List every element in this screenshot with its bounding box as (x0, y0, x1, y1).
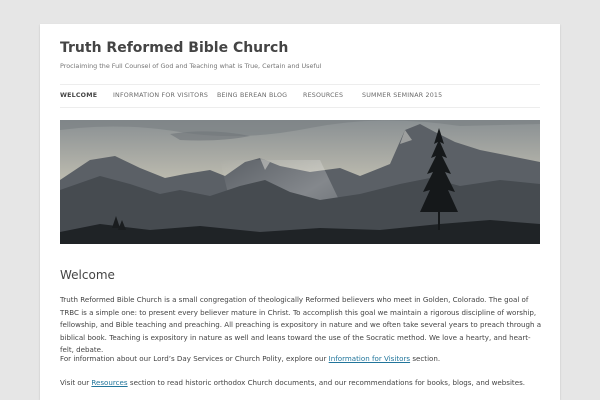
resources-link[interactable]: Resources (91, 378, 127, 387)
visitors-paragraph-suffix: section. (410, 354, 441, 363)
site-tagline: Proclaiming the Full Counsel of God and … (60, 62, 322, 70)
page-container: Truth Reformed Bible Church Proclaiming … (40, 24, 560, 400)
nav-item-welcome[interactable]: Welcome (60, 85, 97, 107)
information-for-visitors-link[interactable]: Information for Visitors (329, 354, 410, 363)
visitors-paragraph-text: For information about our Lord’s Day Ser… (60, 354, 329, 363)
nav-item-information-for-visitors[interactable]: Information for Visitors (113, 85, 208, 107)
visitors-paragraph: For information about our Lord’s Day Ser… (60, 353, 544, 366)
header-image (60, 120, 540, 244)
nav-item-resources[interactable]: Resources (303, 85, 343, 107)
nav-item-summer-seminar-2015[interactable]: Summer Seminar 2015 (362, 85, 442, 107)
page-title: Welcome (60, 268, 115, 282)
main-navigation: Welcome Information for Visitors Being B… (60, 84, 540, 108)
welcome-paragraph: Truth Reformed Bible Church is a small c… (60, 295, 542, 355)
resources-paragraph: Visit our Resources section to read hist… (60, 377, 544, 390)
resources-paragraph-suffix: section to read historic orthodox Church… (127, 378, 526, 387)
site-title[interactable]: Truth Reformed Bible Church (60, 40, 288, 56)
mountain-landscape-image (60, 120, 540, 244)
nav-item-being-berean-blog[interactable]: Being Berean Blog (217, 85, 287, 107)
resources-paragraph-text: Visit our (60, 378, 92, 387)
